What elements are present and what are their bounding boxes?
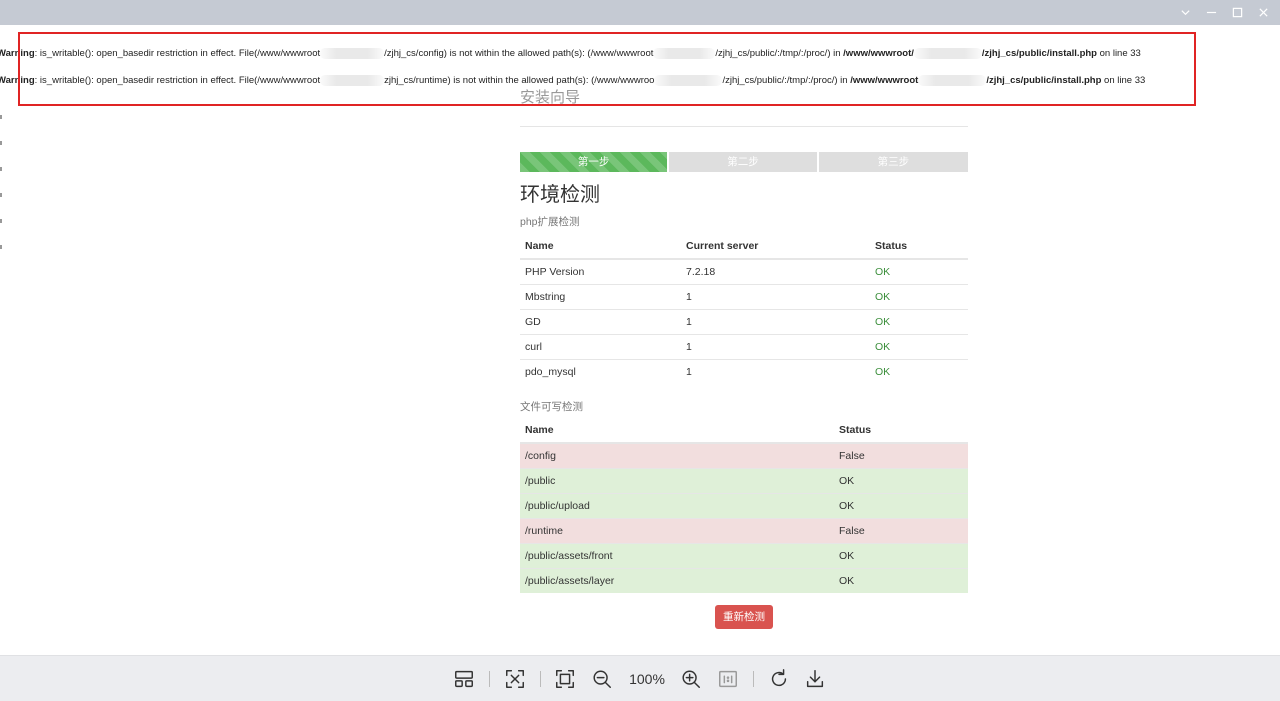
zoom-out-button[interactable] xyxy=(588,665,616,693)
toolbar-divider xyxy=(753,671,754,687)
file-writable-label: 文件可写检测 xyxy=(520,401,583,413)
actual-size-icon xyxy=(719,670,737,688)
dir-name: /public/assets/front xyxy=(520,542,834,568)
table-row: pdo_mysql 1 OK xyxy=(520,358,968,384)
zoom-out-icon xyxy=(593,670,611,688)
table-header: Name Current server Status xyxy=(520,233,968,260)
file-writable-table: Name Status /config False /public OK /pu… xyxy=(520,417,968,593)
fit-window-button[interactable] xyxy=(501,665,529,693)
table-row: /public/assets/layer OK xyxy=(520,567,968,593)
column-header: Name xyxy=(520,417,834,444)
image-viewer-toolbar: 100% xyxy=(0,655,1280,701)
layout-button[interactable] xyxy=(450,665,478,693)
toolbar-divider xyxy=(489,671,490,687)
close-button[interactable] xyxy=(1252,2,1274,24)
step-2: 第二步 xyxy=(669,152,817,172)
ext-value: 1 xyxy=(681,358,870,384)
php-extension-table: Name Current server Status PHP Version 7… xyxy=(520,233,968,384)
column-header: Name xyxy=(520,233,681,260)
table-row: /config False xyxy=(520,442,968,468)
download-button[interactable] xyxy=(801,665,829,693)
recheck-wrap: 重新检测 xyxy=(520,605,968,629)
ext-name: PHP Version xyxy=(520,258,681,284)
php-extension-label: php扩展检测 xyxy=(520,216,580,228)
ext-status: OK xyxy=(870,308,968,334)
ext-value: 7.2.18 xyxy=(681,258,870,284)
ext-name: GD xyxy=(520,308,681,334)
ext-name: pdo_mysql xyxy=(520,358,681,384)
dir-status: False xyxy=(834,442,968,468)
zoom-in-button[interactable] xyxy=(677,665,705,693)
dir-status: OK xyxy=(834,542,968,568)
fit-window-icon xyxy=(506,670,524,688)
minimize-icon xyxy=(1206,11,1216,14)
ext-value: 1 xyxy=(681,333,870,359)
column-header: Current server xyxy=(681,233,870,260)
close-icon xyxy=(1258,8,1268,17)
table-row: PHP Version 7.2.18 OK xyxy=(520,258,968,284)
rotate-button[interactable] xyxy=(765,665,793,693)
ext-status: OK xyxy=(870,283,968,309)
wizard-steps: 第一步 第二步 第三步 xyxy=(520,152,969,172)
column-header: Status xyxy=(834,417,968,444)
ext-status: OK xyxy=(870,258,968,284)
dir-name: /public xyxy=(520,467,834,493)
column-header: Status xyxy=(870,233,968,260)
download-icon xyxy=(806,670,824,688)
left-edge-marks xyxy=(0,115,2,285)
recheck-button[interactable]: 重新检测 xyxy=(715,605,773,629)
actual-size-button[interactable] xyxy=(714,665,742,693)
step-3: 第三步 xyxy=(818,152,969,172)
ext-status: OK xyxy=(870,358,968,384)
install-wizard: 安装向导 第一步 第二步 第三步 环境检测 php扩展检测 Name Curre… xyxy=(520,87,969,629)
layout-icon xyxy=(455,670,473,688)
step-1: 第一步 xyxy=(520,152,668,172)
table-row: Mbstring 1 OK xyxy=(520,283,968,309)
dir-status: OK xyxy=(834,567,968,593)
ext-status: OK xyxy=(870,333,968,359)
toolbar-divider xyxy=(540,671,541,687)
ext-name: curl xyxy=(520,333,681,359)
window-controls xyxy=(1174,0,1274,25)
dir-name: /config xyxy=(520,442,834,468)
dir-status: OK xyxy=(834,492,968,518)
table-row: /runtime False xyxy=(520,517,968,543)
ext-value: 1 xyxy=(681,308,870,334)
ext-name: Mbstring xyxy=(520,283,681,309)
rotate-icon xyxy=(771,669,787,687)
table-row: GD 1 OK xyxy=(520,308,968,334)
section-heading: 环境检测 xyxy=(520,184,600,206)
dir-status: OK xyxy=(834,467,968,493)
table-row: /public/assets/front OK xyxy=(520,542,968,568)
title-divider xyxy=(520,126,968,127)
dir-name: /public/upload xyxy=(520,492,834,518)
table-row: curl 1 OK xyxy=(520,333,968,359)
fullscreen-button[interactable] xyxy=(551,665,579,693)
warning-highlight-box xyxy=(18,32,1196,106)
maximize-icon xyxy=(1232,7,1242,18)
minimize-button[interactable] xyxy=(1200,2,1222,24)
page-viewport: Warning: is_writable(): open_basedir res… xyxy=(0,25,1280,655)
fullscreen-icon xyxy=(556,670,574,688)
table-row: /public/upload OK xyxy=(520,492,968,518)
window-titlebar xyxy=(0,0,1280,25)
table-row: /public OK xyxy=(520,467,968,493)
dir-name: /public/assets/layer xyxy=(520,567,834,593)
zoom-level: 100% xyxy=(629,671,665,687)
dir-name: /runtime xyxy=(520,517,834,543)
ext-value: 1 xyxy=(681,283,870,309)
collapse-button[interactable] xyxy=(1174,2,1196,24)
chevron-down-icon xyxy=(1180,10,1190,16)
maximize-button[interactable] xyxy=(1226,2,1248,24)
zoom-in-icon xyxy=(682,670,700,688)
dir-status: False xyxy=(834,517,968,543)
table-header: Name Status xyxy=(520,417,968,444)
